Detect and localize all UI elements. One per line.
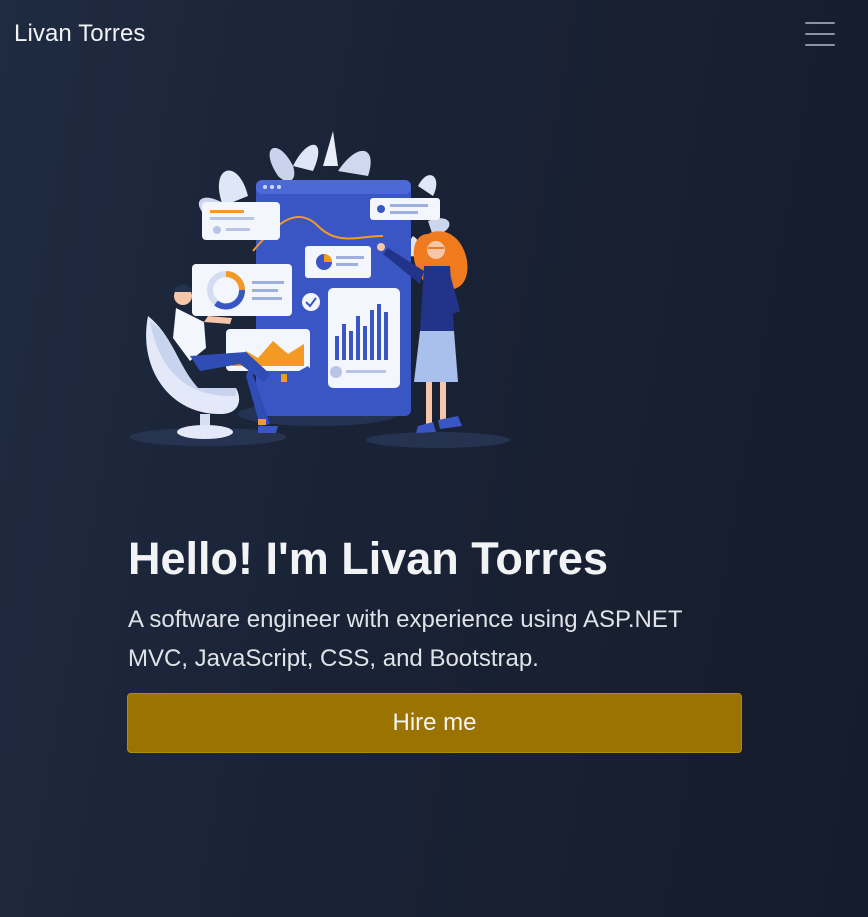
hero-subtitle: A software engineer with experience usin… xyxy=(128,606,683,672)
navbar: Livan Torres xyxy=(0,0,868,70)
hero-illustration xyxy=(128,126,518,456)
hamburger-line xyxy=(805,22,835,24)
hamburger-line xyxy=(805,44,835,46)
navbar-brand[interactable]: Livan Torres xyxy=(14,20,146,48)
hero-title: Hello! I'm Livan Torres xyxy=(128,533,608,584)
navbar-toggler-button[interactable] xyxy=(803,19,837,49)
hire-me-button[interactable]: Hire me xyxy=(127,693,742,753)
hamburger-line xyxy=(805,33,835,35)
